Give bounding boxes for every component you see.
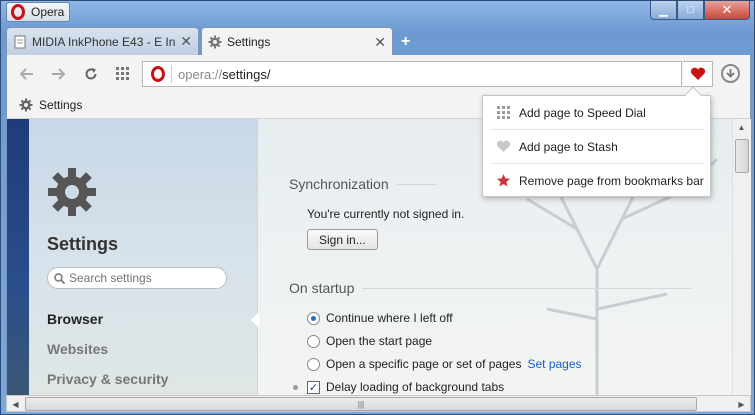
navigation-toolbar: opera:// settings/ <box>6 55 751 93</box>
sync-section-heading: Synchronization <box>289 176 437 192</box>
vertical-scroll-thumb[interactable] <box>735 139 749 173</box>
minimize-button[interactable]: ▁ <box>650 1 677 20</box>
bullet-marker <box>293 385 298 390</box>
address-bar[interactable]: opera:// settings/ <box>142 61 682 87</box>
gear-icon <box>208 35 222 49</box>
speed-dial-grid-icon <box>116 67 129 80</box>
option-label: Open a specific page or set of pages <box>326 357 522 371</box>
opera-logo-icon <box>11 4 25 20</box>
horizontal-scroll-thumb[interactable]: ||| <box>25 397 697 411</box>
menu-item-label: Add page to Speed Dial <box>519 105 646 120</box>
stash-heart-button[interactable] <box>683 61 713 87</box>
scroll-right-arrow-icon[interactable]: ▶ <box>734 397 749 411</box>
settings-gear-icon <box>48 168 96 216</box>
menu-item-label: Add page to Stash <box>519 139 618 154</box>
sidebar-title: Settings <box>47 234 119 254</box>
window-controls: ▁ □ ✕ <box>650 1 750 20</box>
search-input[interactable] <box>69 271 219 285</box>
bookmark-settings[interactable]: Settings <box>19 98 82 112</box>
radio-unselected[interactable] <box>307 334 320 348</box>
download-arrow-icon <box>726 69 735 78</box>
gear-icon <box>19 98 33 112</box>
star-icon <box>495 173 511 189</box>
reload-icon <box>85 68 97 80</box>
maximize-button[interactable]: □ <box>677 1 704 20</box>
tab-settings[interactable]: Settings ✕ <box>201 27 393 56</box>
opera-site-icon <box>151 66 165 82</box>
heart-outline-icon <box>495 139 511 155</box>
menu-item-remove-bookmark[interactable]: Remove page from bookmarks bar <box>483 164 712 197</box>
new-tab-button[interactable]: + <box>401 33 410 51</box>
close-icon: ✕ <box>721 2 733 17</box>
sync-status-text: You're currently not signed in. <box>307 207 465 221</box>
startup-section-heading: On startup <box>289 280 693 296</box>
startup-option-start-page[interactable]: Open the start page <box>307 334 432 348</box>
speed-dial-icon <box>495 105 511 121</box>
url-path: settings/ <box>222 66 271 82</box>
tab-label: Settings <box>227 35 271 49</box>
url-protocol: opera:// <box>178 66 223 82</box>
heart-popup-menu: Add page to Speed Dial Add page to Stash… <box>482 86 712 197</box>
startup-option-continue[interactable]: Continue where I left off <box>307 311 453 325</box>
radio-selected[interactable] <box>307 311 320 325</box>
tab-label: MIDIA InkPhone E43 - E Ink <box>32 34 177 49</box>
set-pages-link[interactable]: Set pages <box>527 357 581 371</box>
back-arrow-icon <box>20 68 33 80</box>
menu-item-add-stash[interactable]: Add page to Stash <box>483 130 712 163</box>
vertical-scrollbar[interactable]: ▲ <box>732 119 751 395</box>
address-divider <box>171 65 172 83</box>
tab-strip: MIDIA InkPhone E43 - E Ink ✕ Settings ✕ … <box>6 27 751 56</box>
scroll-left-arrow-icon[interactable]: ◀ <box>8 397 23 411</box>
sign-in-button[interactable]: Sign in... <box>307 229 378 250</box>
sidebar-item-privacy-security[interactable]: Privacy & security <box>47 371 168 387</box>
section-title: On startup <box>289 280 355 296</box>
search-icon <box>54 272 65 284</box>
sidebar-photo-strip <box>7 119 29 395</box>
heart-icon <box>690 67 705 80</box>
download-button[interactable] <box>721 64 740 83</box>
section-rule <box>396 183 437 185</box>
sidebar-item-browser[interactable]: Browser <box>47 311 103 327</box>
menu-item-add-speed-dial[interactable]: Add page to Speed Dial <box>483 96 712 129</box>
startup-option-specific-pages[interactable]: Open a specific page or set of pages Set… <box>307 357 582 371</box>
horizontal-scrollbar[interactable]: ◀ ||| ▶ <box>6 395 751 412</box>
forward-arrow-icon <box>52 68 65 80</box>
menu-item-label: Remove page from bookmarks bar <box>519 173 704 188</box>
forward-button[interactable] <box>48 64 68 84</box>
close-window-button[interactable]: ✕ <box>704 1 750 20</box>
page-icon <box>14 35 26 48</box>
delay-background-tabs-row[interactable]: ✓ Delay loading of background tabs <box>307 380 504 394</box>
bookmark-label: Settings <box>39 98 83 112</box>
back-button[interactable] <box>17 64 37 84</box>
speed-dial-button[interactable] <box>113 64 133 84</box>
scroll-up-arrow-icon[interactable]: ▲ <box>733 119 750 136</box>
maximize-icon: □ <box>687 4 694 16</box>
tab-midia-inkphone[interactable]: MIDIA InkPhone E43 - E Ink ✕ <box>6 27 199 55</box>
active-nav-pointer <box>251 312 259 328</box>
settings-sidebar: Settings Browser Websites Privacy & secu… <box>7 119 258 395</box>
close-tab-icon[interactable]: ✕ <box>180 33 192 50</box>
opera-menu-label: Opera <box>31 5 65 19</box>
browser-window: Opera ▁ □ ✕ MIDIA InkPhone E43 - E Ink ✕… <box>0 0 755 415</box>
close-tab-icon[interactable]: ✕ <box>374 34 386 51</box>
reload-button[interactable] <box>81 64 101 84</box>
option-label: Continue where I left off <box>326 311 453 325</box>
option-label: Open the start page <box>326 334 433 348</box>
title-bar: Opera ▁ □ ✕ <box>1 1 754 27</box>
section-title: Synchronization <box>289 176 389 192</box>
sidebar-item-websites[interactable]: Websites <box>47 341 108 357</box>
checkbox-checked[interactable]: ✓ <box>307 380 320 394</box>
radio-unselected[interactable] <box>307 357 320 371</box>
search-settings-field[interactable] <box>47 267 227 289</box>
checkbox-label: Delay loading of background tabs <box>326 380 505 394</box>
section-rule <box>362 287 693 289</box>
opera-menu-button[interactable]: Opera <box>6 2 70 22</box>
minimize-icon: ▁ <box>659 4 668 17</box>
